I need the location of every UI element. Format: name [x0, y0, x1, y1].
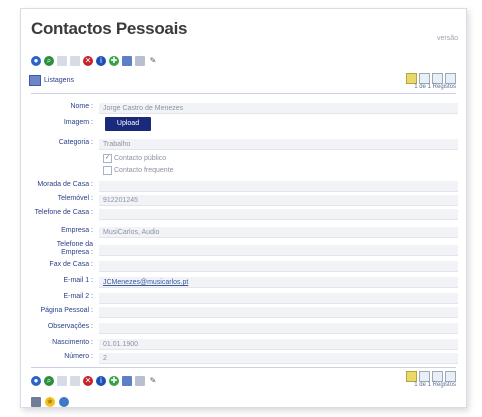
empresa-label: Empresa :: [61, 227, 93, 234]
next-page-button[interactable]: [432, 73, 443, 84]
top-pager: [406, 73, 456, 84]
bottom-pager: [406, 371, 456, 382]
categoria-label: Categoria :: [58, 139, 93, 146]
contacts-panel: Contactos Pessoais versão ● ⌕ ✕ i ✚ ✎ Li…: [20, 8, 467, 408]
refresh-icon[interactable]: ✚: [109, 376, 119, 386]
frequente-label: Contacto frequente: [114, 167, 174, 174]
publico-checkbox[interactable]: ✓ Contacto público: [103, 154, 166, 163]
numero-label: Número :: [64, 353, 93, 360]
home-icon[interactable]: ●: [31, 376, 41, 386]
first-page-button[interactable]: [406, 73, 417, 84]
list-icon: [29, 75, 41, 86]
user-icon[interactable]: [59, 397, 69, 407]
listagens-link[interactable]: Listagens: [29, 75, 74, 86]
new-icon[interactable]: [57, 56, 67, 66]
new-icon[interactable]: [57, 376, 67, 386]
nascimento-label: Nascimento :: [52, 339, 93, 346]
version-label: versão: [436, 35, 458, 42]
print-icon[interactable]: [135, 376, 145, 386]
pagina-field[interactable]: [99, 307, 458, 318]
empresa-field[interactable]: MusiCarlos, Audio: [99, 227, 458, 238]
refresh-icon[interactable]: ✚: [109, 56, 119, 66]
telefone-casa-field[interactable]: [99, 209, 458, 220]
first-page-button[interactable]: [406, 371, 417, 382]
morada-field[interactable]: [99, 181, 458, 192]
check-icon: ✓: [103, 154, 112, 163]
email2-field[interactable]: [99, 293, 458, 304]
divider: [31, 93, 456, 94]
info-icon[interactable]: i: [96, 376, 106, 386]
bottom-icons: ★: [31, 397, 69, 407]
upload-button[interactable]: Upload: [105, 117, 151, 131]
nome-label: Nome :: [70, 103, 93, 110]
search-icon[interactable]: ⌕: [44, 56, 54, 66]
top-toolbar: ● ⌕ ✕ i ✚ ✎: [31, 55, 158, 67]
pagina-label: Página Pessoal :: [40, 307, 93, 314]
telemovel-label: Telemóvel :: [57, 195, 93, 202]
nome-field[interactable]: Jorge Castro de Menezes: [99, 103, 458, 114]
page-title: Contactos Pessoais: [31, 19, 188, 38]
print-icon[interactable]: [135, 56, 145, 66]
publico-label: Contacto público: [114, 155, 167, 162]
numero-field[interactable]: 2: [99, 353, 458, 364]
page-count: 1 de 1 Registos: [414, 382, 456, 388]
folder-icon[interactable]: [31, 397, 41, 407]
last-page-button[interactable]: [445, 73, 456, 84]
last-page-button[interactable]: [445, 371, 456, 382]
email1-label: E-mail 1 :: [63, 277, 93, 284]
copy-icon[interactable]: [70, 56, 80, 66]
categoria-select[interactable]: Trabalho: [99, 139, 458, 150]
edit-icon[interactable]: ✎: [148, 56, 158, 66]
copy-icon[interactable]: [70, 376, 80, 386]
home-icon[interactable]: ●: [31, 56, 41, 66]
edit-icon[interactable]: ✎: [148, 376, 158, 386]
prev-page-button[interactable]: [419, 73, 430, 84]
email1-field[interactable]: JCMenezes@musicarlos.pt: [99, 277, 458, 288]
imagem-label: Imagem :: [63, 119, 93, 126]
export-icon[interactable]: [122, 376, 132, 386]
obs-label: Observações :: [47, 323, 93, 330]
export-icon[interactable]: [122, 56, 132, 66]
telefone-empresa-label: Telefone da Empresa :: [56, 241, 93, 256]
bottom-toolbar: ● ⌕ ✕ i ✚ ✎: [31, 375, 158, 387]
fax-label: Fax de Casa :: [49, 261, 93, 268]
next-page-button[interactable]: [432, 371, 443, 382]
obs-field[interactable]: [99, 323, 458, 334]
frequente-checkbox[interactable]: Contacto frequente: [103, 166, 174, 175]
empty-checkbox-icon: [103, 166, 112, 175]
email2-label: E-mail 2 :: [63, 293, 93, 300]
fax-field[interactable]: [99, 261, 458, 272]
telemovel-field[interactable]: 912201245: [99, 195, 458, 206]
listagens-label: Listagens: [44, 77, 74, 84]
search-icon[interactable]: ⌕: [44, 376, 54, 386]
delete-icon[interactable]: ✕: [83, 376, 93, 386]
divider: [31, 367, 456, 368]
telefone-casa-label: Telefone de Casa :: [34, 209, 93, 216]
star-icon[interactable]: ★: [45, 397, 55, 407]
delete-icon[interactable]: ✕: [83, 56, 93, 66]
nascimento-field[interactable]: 01.01.1900: [99, 339, 458, 350]
morada-label: Morada de Casa :: [37, 181, 93, 188]
prev-page-button[interactable]: [419, 371, 430, 382]
info-icon[interactable]: i: [96, 56, 106, 66]
page-count: 1 de 1 Registos: [414, 84, 456, 90]
telefone-empresa-field[interactable]: [99, 245, 458, 256]
